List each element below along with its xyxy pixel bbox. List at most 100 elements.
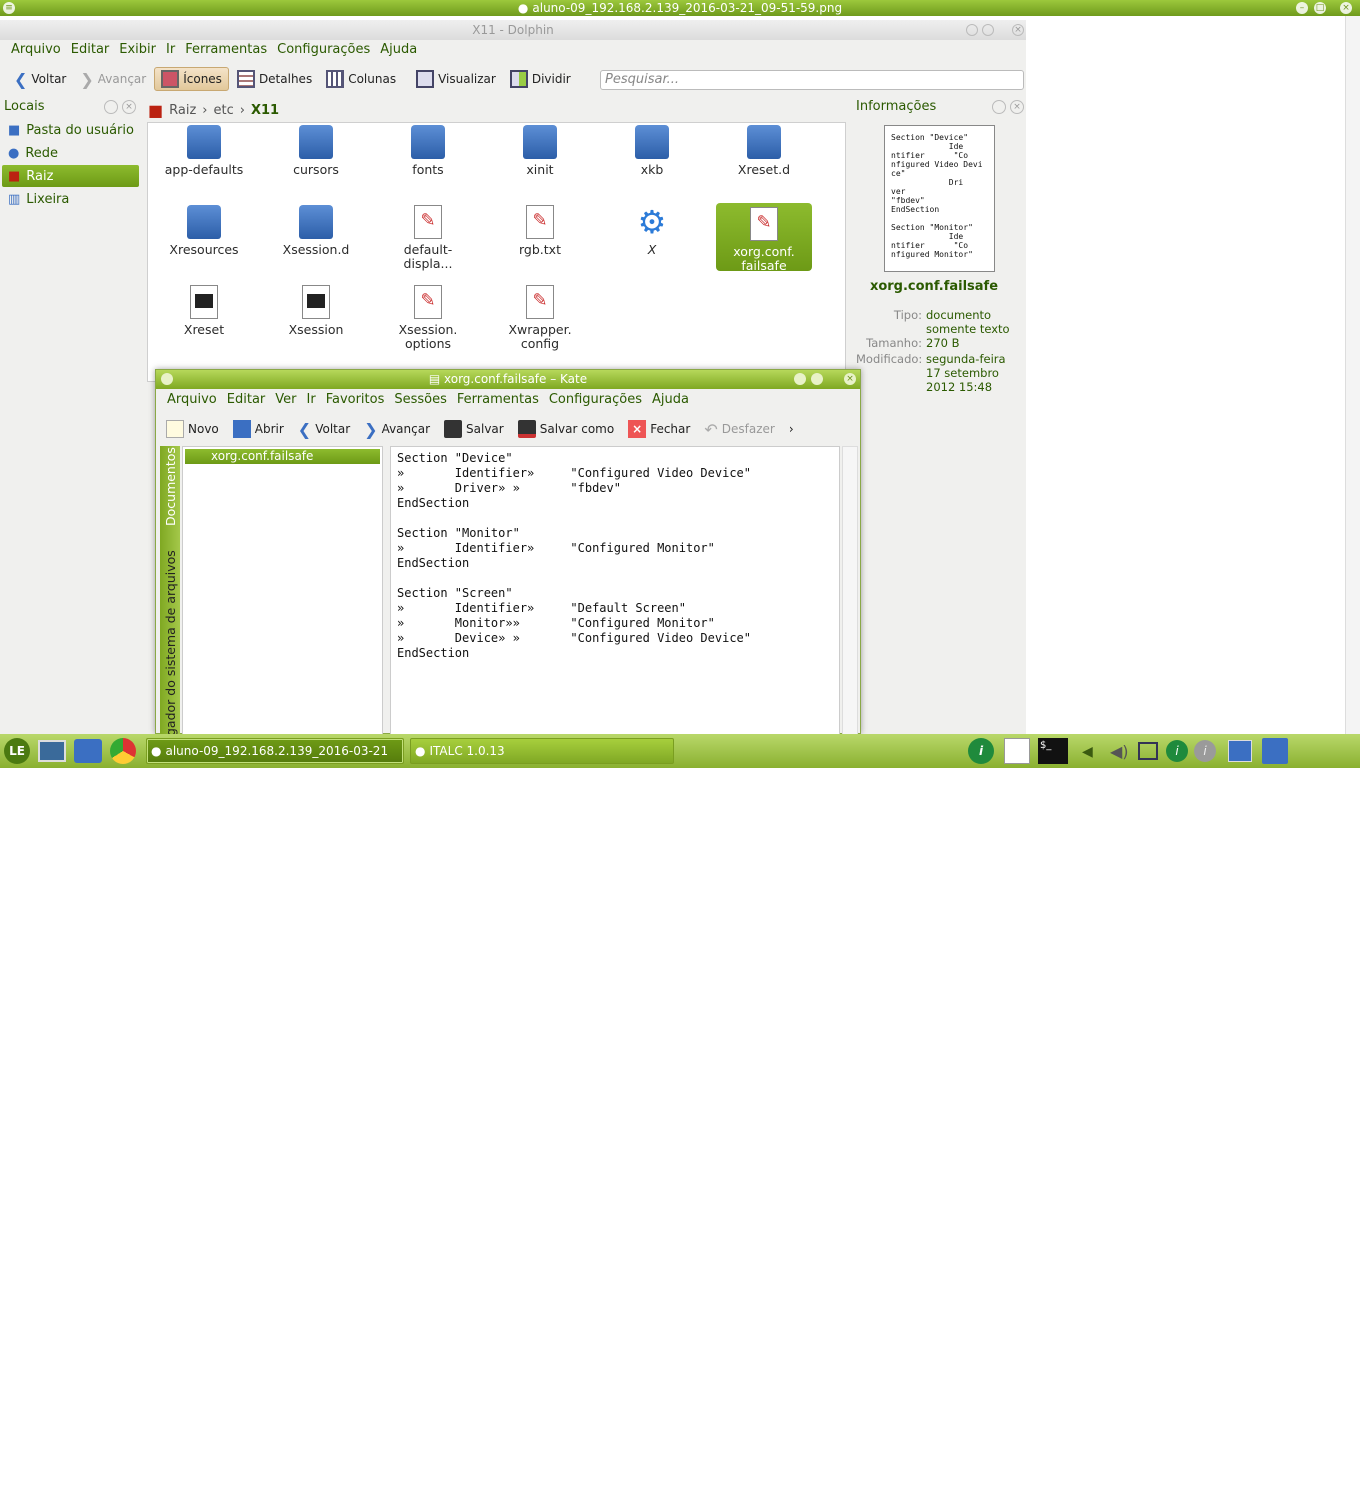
file-item[interactable]: Xreset.d [716,125,812,177]
file-item[interactable]: xinit [492,125,588,177]
italc-tray-icon[interactable]: i [968,738,994,764]
info-disabled-icon[interactable]: i [1194,740,1216,762]
kate-close-button[interactable]: × [844,373,856,385]
kate-menu-ir[interactable]: Ir [302,392,321,407]
kate-menu-ver[interactable]: Ver [270,392,301,407]
forward-button[interactable]: ❯ Avançar [74,67,152,91]
kate-maximize-button[interactable] [811,373,823,385]
outer-scrollbar[interactable] [1345,16,1360,734]
crumb-root[interactable]: Raiz [169,103,196,118]
places-close-button[interactable]: × [122,100,136,114]
volume-icon[interactable]: ◀) [1110,742,1129,761]
folder-icon [635,125,669,159]
file-item[interactable]: Xsession.d [268,205,364,257]
italc-status-icon[interactable]: i [1166,740,1188,762]
file-item[interactable]: ✎ Xwrapper. config [492,285,588,351]
details-view-button[interactable]: Detalhes [231,67,318,91]
file-item[interactable]: ✎ Xsession. options [380,285,476,351]
dolphin-maximize-button[interactable] [982,24,994,36]
kate-menu-ajuda[interactable]: Ajuda [647,392,694,407]
task-screenshot-viewer[interactable]: ● aluno-09_192.168.2.139_2016-03-21 [146,738,404,764]
kate-menu-sessoes[interactable]: Sessões [389,392,452,407]
place-home[interactable]: ■ Pasta do usuário [2,119,139,141]
menu-configuracoes[interactable]: Configurações [272,42,375,62]
kate-menu-configuracoes[interactable]: Configurações [544,392,647,407]
tab-filesystem-browser[interactable]: gador do sistema de arquivos [163,550,178,736]
toolbar-overflow-button[interactable]: › [783,417,800,441]
file-item[interactable]: Xreset [156,285,252,337]
outer-menu-icon[interactable]: ≡ [3,2,15,14]
start-menu-button[interactable]: LE [4,738,30,764]
tray-collapse-icon[interactable]: ◀ [1082,744,1093,760]
close-document-button[interactable]: × Fechar [622,417,696,441]
screenshot-tray-icon[interactable] [1228,740,1252,762]
file-item[interactable]: xkb [604,125,700,177]
task-italc[interactable]: ● ITALC 1.0.13 [410,738,674,764]
save-button[interactable]: Salvar [438,417,510,441]
file-item[interactable]: app-defaults [156,125,252,177]
arrow-right-icon: ❯ [80,69,94,89]
kate-minimize-button[interactable] [794,373,806,385]
split-button[interactable]: Dividir [504,67,577,91]
places-float-button[interactable] [104,100,118,114]
menu-ajuda[interactable]: Ajuda [375,42,422,62]
dolphin-minimize-button[interactable] [966,24,978,36]
details-view-icon [236,70,255,88]
search-input[interactable]: Pesquisar... [600,70,1024,90]
file-item[interactable]: ⚙ X [604,205,700,257]
place-label: Raiz [26,168,54,184]
menu-ferramentas[interactable]: Ferramentas [180,42,272,62]
trash-icon: ▥ [8,191,21,207]
file-item[interactable]: Xresources [156,205,252,257]
terminal-icon[interactable]: $_ [1038,738,1068,764]
menu-exibir[interactable]: Exibir [114,42,161,62]
icons-view-button[interactable]: Ícones [154,67,229,91]
file-item[interactable]: cursors [268,125,364,177]
menu-ir[interactable]: Ir [161,42,180,62]
save-as-button[interactable]: Salvar como [512,417,620,441]
file-item[interactable]: ✎ default- displa... [380,205,476,271]
outer-minimize-button[interactable]: – [1296,2,1308,14]
code-editor[interactable]: Section "Device"» Identifier» "Configure… [390,446,840,736]
tab-documents[interactable]: Documentos [163,447,178,526]
code-line: Section "Screen" [397,586,513,600]
menu-arquivo[interactable]: Arquivo [6,42,66,62]
preview-button[interactable]: Visualizar [410,67,502,91]
browser-icon[interactable] [110,738,136,764]
network-monitor-icon[interactable] [1138,742,1158,760]
place-network[interactable]: ● Rede [2,142,139,164]
menu-editar[interactable]: Editar [66,42,115,62]
kate-back-button[interactable]: ❮ Voltar [292,417,356,441]
crumb-x11[interactable]: X11 [251,103,279,118]
file-item[interactable]: fonts [380,125,476,177]
file-manager-icon[interactable] [74,739,102,763]
crumb-etc[interactable]: etc [213,103,233,118]
kate-menu-icon[interactable] [161,373,173,385]
info-float-button[interactable] [992,100,1006,114]
kate-menubar: Arquivo Editar Ver Ir Favoritos Sessões … [162,392,694,407]
columns-view-button[interactable]: Colunas [320,67,402,91]
kate-forward-button[interactable]: ❯ Avançar [358,417,436,441]
dolphin-close-button[interactable]: × [1012,24,1024,36]
kate-menu-arquivo[interactable]: Arquivo [162,392,222,407]
open-button[interactable]: Abrir [227,417,290,441]
outer-maximize-button[interactable]: □ [1314,2,1326,14]
file-item[interactable]: Xsession [268,285,364,337]
kate-menu-ferramentas[interactable]: Ferramentas [452,392,544,407]
info-close-button[interactable]: × [1010,100,1024,114]
editor-scrollbar[interactable] [842,446,858,736]
outer-close-button[interactable]: × [1340,2,1352,14]
file-item[interactable]: ✎ xorg.conf. failsafe [716,203,812,273]
file-item[interactable]: ✎ rgb.txt [492,205,588,257]
kate-tray-icon[interactable] [1004,738,1030,764]
place-trash[interactable]: ▥ Lixeira [2,188,139,210]
undo-button[interactable]: ↶ Desfazer [698,417,780,441]
new-button[interactable]: Novo [160,417,225,441]
package-icon[interactable] [1262,738,1288,764]
back-button[interactable]: ❮ Voltar [8,67,72,91]
document-list-item[interactable]: xorg.conf.failsafe [185,449,380,464]
kate-menu-editar[interactable]: Editar [222,392,271,407]
place-root[interactable]: ■ Raiz [2,165,139,187]
desktop-icon[interactable] [38,740,66,762]
kate-menu-favoritos[interactable]: Favoritos [321,392,390,407]
